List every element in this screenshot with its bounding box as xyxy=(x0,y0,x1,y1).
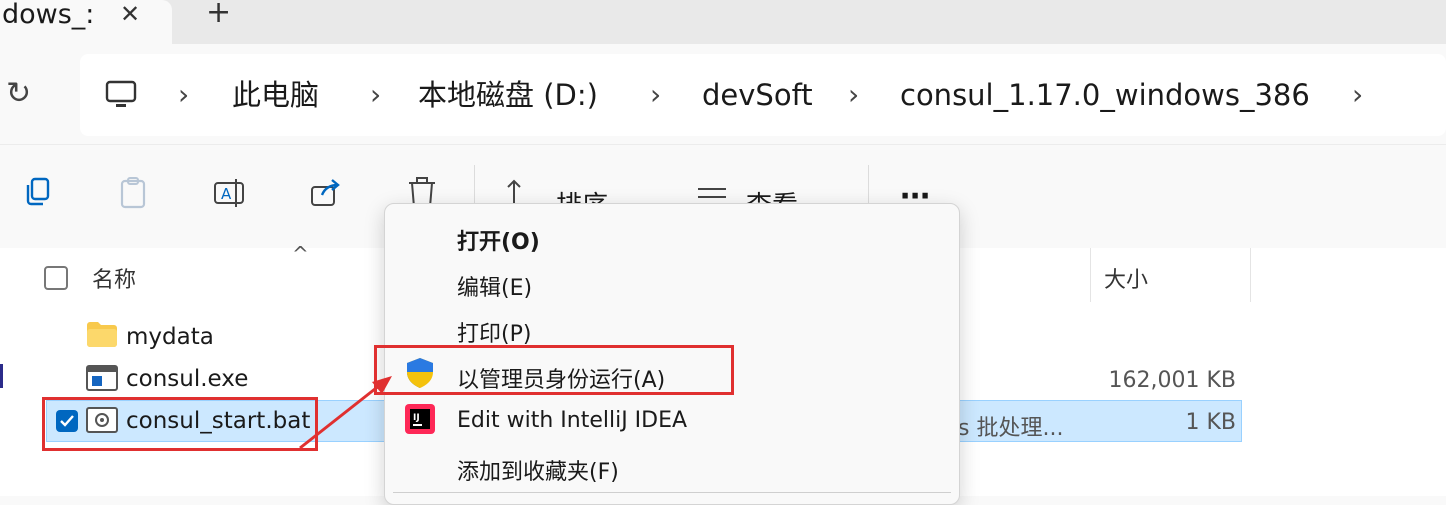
annotation-highlight-run-as-admin xyxy=(374,345,734,395)
annotation-highlight-bat-file xyxy=(42,397,318,451)
menu-divider xyxy=(393,492,951,493)
file-type: s 批处理... xyxy=(958,416,1064,441)
select-all-checkbox[interactable] xyxy=(44,266,68,290)
sort-ascending-indicator: ^ xyxy=(292,242,309,266)
exe-icon xyxy=(86,364,118,396)
breadcrumb-devsoft[interactable]: devSoft xyxy=(702,78,813,112)
menu-item-add-favorites[interactable]: 添加到收藏夹(F) xyxy=(457,454,619,486)
new-tab-button[interactable]: + xyxy=(206,0,231,28)
file-size: 1 KB xyxy=(1185,410,1236,435)
intellij-icon: IJ xyxy=(403,402,437,440)
column-header-size[interactable]: 大小 xyxy=(1104,262,1148,294)
paste-icon[interactable] xyxy=(116,175,156,215)
file-name: mydata xyxy=(126,324,214,350)
column-header-name[interactable]: 名称 xyxy=(92,262,136,294)
file-size: 162,001 KB xyxy=(1108,368,1237,393)
share-icon[interactable] xyxy=(308,175,348,215)
computer-icon[interactable] xyxy=(104,78,138,116)
copy-icon[interactable] xyxy=(22,175,62,215)
breadcrumb-consul-folder[interactable]: consul_1.17.0_windows_386 xyxy=(900,78,1310,112)
window-edge-marker xyxy=(0,364,3,388)
chevron-right-icon[interactable]: › xyxy=(1352,78,1363,112)
menu-item-intellij[interactable]: Edit with IntelliJ IDEA xyxy=(457,408,687,433)
address-row: ↻ › 此电脑 › 本地磁盘 (D:) › devSoft › consul_1… xyxy=(0,44,1446,144)
svg-text:A: A xyxy=(221,185,232,203)
chevron-right-icon[interactable]: › xyxy=(650,78,661,112)
menu-item-print[interactable]: 打印(P) xyxy=(457,316,531,348)
rename-icon[interactable]: A xyxy=(212,175,252,215)
menu-item-open[interactable]: 打开(O) xyxy=(457,224,540,256)
menu-item-edit[interactable]: 编辑(E) xyxy=(457,270,532,302)
breadcrumb[interactable]: › 此电脑 › 本地磁盘 (D:) › devSoft › consul_1.1… xyxy=(80,54,1446,136)
breadcrumb-local-disk[interactable]: 本地磁盘 (D:) xyxy=(418,78,598,112)
chevron-right-icon[interactable]: › xyxy=(370,78,381,112)
tab-strip: dows_: ✕ + xyxy=(0,0,1446,44)
svg-text:IJ: IJ xyxy=(413,413,420,423)
folder-icon xyxy=(86,320,118,352)
column-divider[interactable] xyxy=(1090,248,1091,302)
chevron-right-icon[interactable]: › xyxy=(848,78,859,112)
tab-title: dows_: xyxy=(2,0,95,30)
column-divider[interactable] xyxy=(1250,248,1251,302)
refresh-icon[interactable]: ↻ xyxy=(6,76,31,111)
tab-current[interactable]: dows_: ✕ xyxy=(0,0,172,44)
chevron-right-icon[interactable]: › xyxy=(178,78,189,112)
breadcrumb-this-pc[interactable]: 此电脑 xyxy=(232,78,319,112)
close-icon[interactable]: ✕ xyxy=(120,0,140,28)
file-name: consul.exe xyxy=(126,366,249,392)
